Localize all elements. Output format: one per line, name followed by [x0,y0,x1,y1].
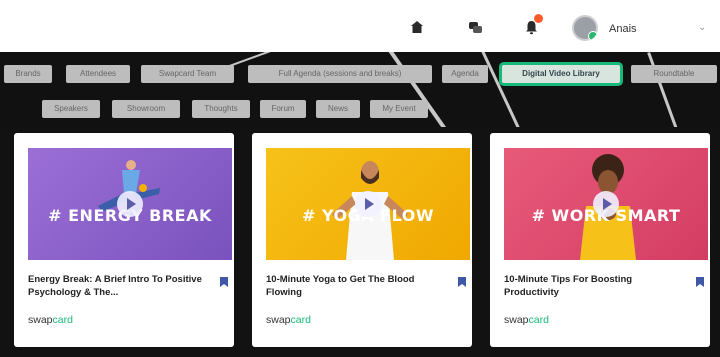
nav-chip-full-agenda[interactable]: Full Agenda (sessions and breaks) [248,65,432,83]
notification-badge [534,14,543,23]
play-icon[interactable] [355,191,381,217]
chevron-down-icon[interactable]: ⌄ [698,22,706,33]
nav-chip-swapcard-team[interactable]: Swapcard Team [141,65,234,83]
nav-chip-brands[interactable]: Brands [4,65,52,83]
swapcard-logo: swapcard [504,314,549,326]
video-title[interactable]: 10-Minute Yoga to Get The Blood Flowing [266,273,446,299]
nav-chip-news[interactable]: News [316,100,360,118]
nav-chip-agenda[interactable]: Agenda [442,65,488,83]
nav-chip-thoughts[interactable]: Thoughts [192,100,250,118]
play-icon[interactable] [117,191,143,217]
video-title[interactable]: 10-Minute Tips For Boosting Productivity [504,273,684,299]
video-card[interactable]: # WORK SMART 10-Minute Tips For Boosting… [490,133,710,347]
play-icon[interactable] [593,191,619,217]
nav-chip-attendees[interactable]: Attendees [66,65,130,83]
video-thumbnail[interactable]: # ENERGY BREAK [28,148,232,260]
nav-chip-speakers[interactable]: Speakers [42,100,100,118]
swapcard-logo: swapcard [266,314,311,326]
video-thumbnail[interactable]: # WORK SMART [504,148,708,260]
avatar[interactable] [572,15,598,41]
bookmark-icon[interactable] [696,277,704,287]
swapcard-logo: swapcard [28,314,73,326]
top-bar: Anais ⌄ [0,0,720,52]
user-name[interactable]: Anais [609,23,637,35]
video-card[interactable]: # YOGA FLOW 10-Minute Yoga to Get The Bl… [252,133,472,347]
nav-chip-roundtable[interactable]: Roundtable [631,65,717,83]
nav-chip-forum[interactable]: Forum [260,100,306,118]
chat-icon[interactable] [464,16,486,38]
online-status-dot [588,31,598,41]
bookmark-icon[interactable] [458,277,466,287]
nav-chip-digital-video-library[interactable]: Digital Video Library [502,65,620,83]
video-thumbnail[interactable]: # YOGA FLOW [266,148,470,260]
video-title[interactable]: Energy Break: A Brief Intro To Positive … [28,273,208,299]
bookmark-icon[interactable] [220,277,228,287]
video-card[interactable]: # ENERGY BREAK Energy Break: A Brief Int… [14,133,234,347]
nav-chip-my-event[interactable]: My Event [370,100,428,118]
nav-chip-showroom[interactable]: Showroom [112,100,180,118]
nav-banner: Brands Attendees Swapcard Team Full Agen… [0,52,720,127]
home-icon[interactable] [406,16,428,38]
